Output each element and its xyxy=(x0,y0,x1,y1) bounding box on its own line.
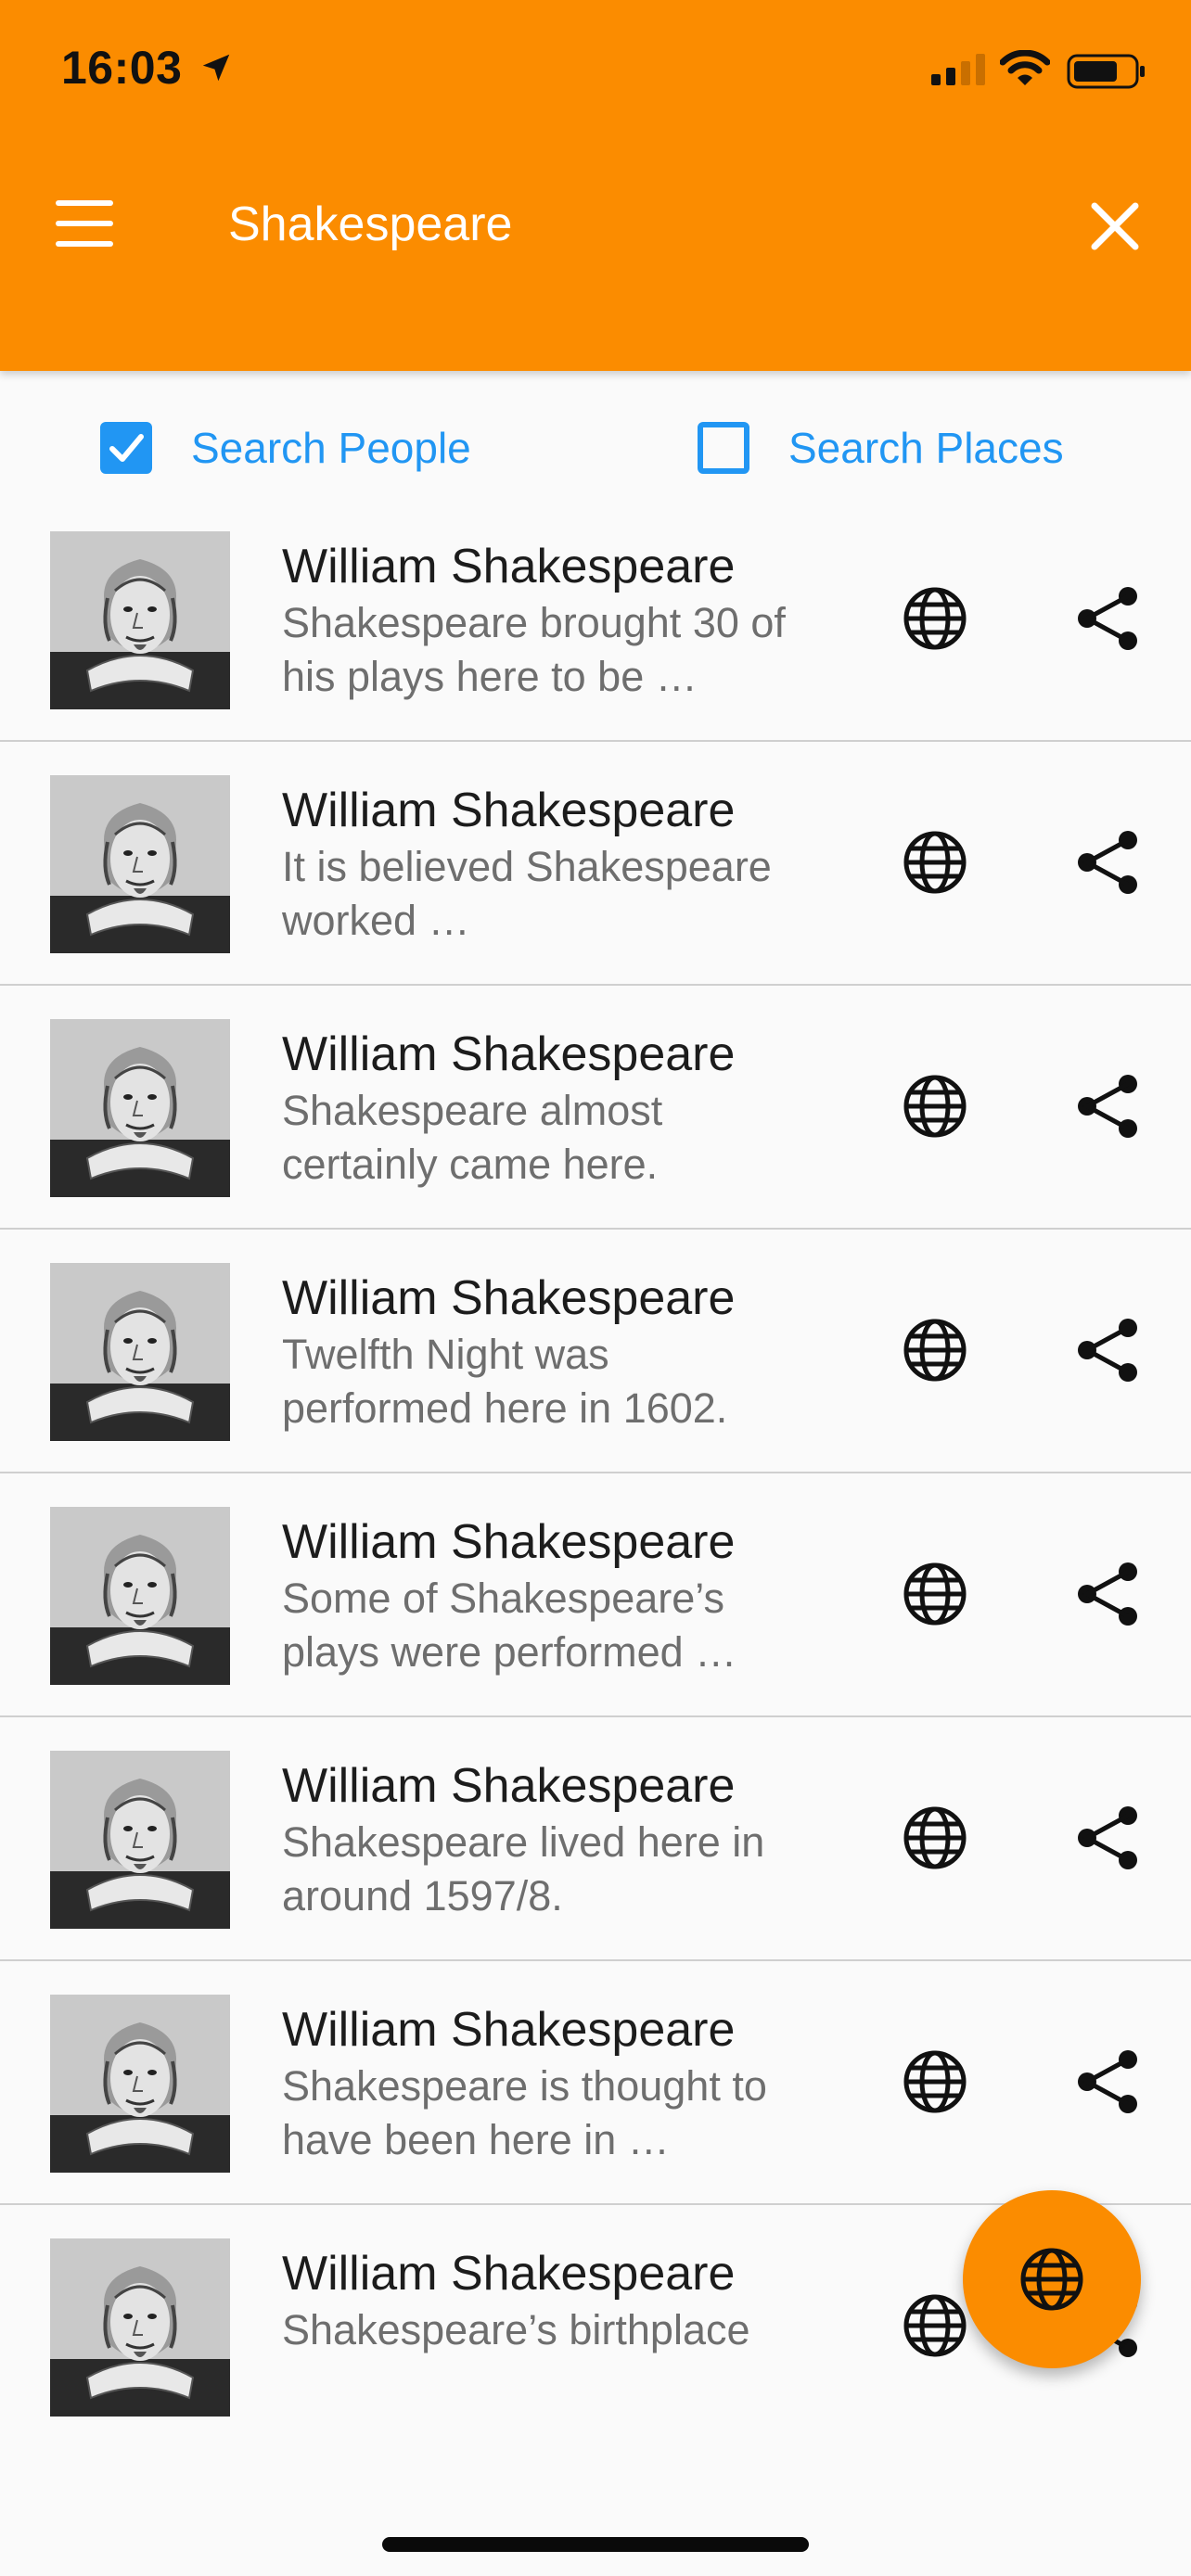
globe-icon[interactable] xyxy=(902,2048,968,2115)
globe-icon xyxy=(1020,2248,1083,2311)
search-places-label: Search Places xyxy=(788,424,1064,472)
share-icon[interactable] xyxy=(1076,2048,1141,2115)
page-title: Shakespeare xyxy=(228,198,513,251)
share-icon[interactable] xyxy=(1076,1317,1141,1384)
globe-icon[interactable] xyxy=(902,1073,968,1140)
portrait-thumbnail xyxy=(50,1751,230,1929)
status-bar: 16:03 xyxy=(0,0,1191,139)
portrait-thumbnail xyxy=(50,1263,230,1441)
search-filters: Search People Search Places xyxy=(0,371,1191,519)
menu-icon-bar xyxy=(56,200,113,206)
list-item[interactable]: William Shakespeare Twelfth Night was pe… xyxy=(0,1230,1191,1473)
globe-icon[interactable] xyxy=(902,585,968,652)
item-title: William Shakespeare xyxy=(282,1515,736,1569)
results-list: William Shakespeare Shakespeare brought … xyxy=(0,498,1191,2449)
share-icon[interactable] xyxy=(1076,1561,1141,1627)
list-item[interactable]: William Shakespeare Shakespeare brought … xyxy=(0,498,1191,742)
item-description: Shakespeare brought 30 of his plays here… xyxy=(282,599,786,700)
search-people-toggle[interactable]: Search People xyxy=(100,415,471,480)
list-item[interactable]: William Shakespeare It is believed Shake… xyxy=(0,742,1191,986)
checkbox-unchecked-icon[interactable] xyxy=(698,422,749,474)
app-bar: 16:03 Shakespeare xyxy=(0,0,1191,371)
checkmark-icon xyxy=(109,434,144,462)
item-description: It is believed Shakespeare worked … xyxy=(282,843,772,944)
item-title: William Shakespeare xyxy=(282,1759,736,1813)
home-indicator[interactable] xyxy=(382,2537,809,2552)
item-title: William Shakespeare xyxy=(282,1271,736,1325)
location-arrow-icon xyxy=(202,54,230,82)
menu-icon-bar xyxy=(56,241,113,247)
list-item[interactable]: William Shakespeare Some of Shakespeare’… xyxy=(0,1473,1191,1717)
globe-icon[interactable] xyxy=(902,2292,968,2359)
item-description: Some of Shakespeare’s plays were perform… xyxy=(282,1575,737,1676)
portrait-thumbnail xyxy=(50,531,230,709)
share-icon[interactable] xyxy=(1076,1073,1141,1140)
item-title: William Shakespeare xyxy=(282,2003,736,2057)
share-icon[interactable] xyxy=(1076,829,1141,896)
status-time: 16:03 xyxy=(61,42,183,94)
globe-icon[interactable] xyxy=(902,1317,968,1384)
item-description: Shakespeare lived here in around 1597/8. xyxy=(282,1818,765,1919)
portrait-thumbnail xyxy=(50,775,230,953)
item-title: William Shakespeare xyxy=(282,540,736,593)
portrait-thumbnail xyxy=(50,1507,230,1685)
list-item[interactable]: William Shakespeare Shakespeare lived he… xyxy=(0,1717,1191,1961)
cellular-signal-icon xyxy=(931,54,985,85)
list-item[interactable]: William Shakespeare Shakespeare is thoug… xyxy=(0,1961,1191,2205)
menu-icon-bar xyxy=(56,221,113,226)
menu-button[interactable] xyxy=(56,200,122,252)
globe-icon[interactable] xyxy=(902,829,968,896)
item-title: William Shakespeare xyxy=(282,2247,736,2301)
close-icon[interactable] xyxy=(1087,198,1143,254)
item-description: Shakespeare’s birthplace xyxy=(282,2306,750,2353)
item-title: William Shakespeare xyxy=(282,1027,736,1081)
battery-icon xyxy=(1067,54,1145,89)
item-title: William Shakespeare xyxy=(282,784,736,837)
portrait-thumbnail xyxy=(50,2238,230,2417)
globe-icon[interactable] xyxy=(902,1561,968,1627)
item-description: Shakespeare almost certainly came here. xyxy=(282,1087,663,1188)
list-item[interactable]: William Shakespeare Shakespeare almost c… xyxy=(0,986,1191,1230)
map-fab-button[interactable] xyxy=(963,2190,1141,2368)
share-icon[interactable] xyxy=(1076,1804,1141,1871)
portrait-thumbnail xyxy=(50,1995,230,2173)
portrait-thumbnail xyxy=(50,1019,230,1197)
wifi-icon xyxy=(1000,50,1050,85)
globe-icon[interactable] xyxy=(902,1804,968,1871)
search-people-label: Search People xyxy=(191,424,471,472)
checkbox-checked-icon[interactable] xyxy=(100,422,152,474)
search-places-toggle[interactable]: Search Places xyxy=(698,415,1064,480)
item-description: Shakespeare is thought to have been here… xyxy=(282,2062,767,2163)
share-icon[interactable] xyxy=(1076,585,1141,652)
item-description: Twelfth Night was performed here in 1602… xyxy=(282,1331,728,1432)
